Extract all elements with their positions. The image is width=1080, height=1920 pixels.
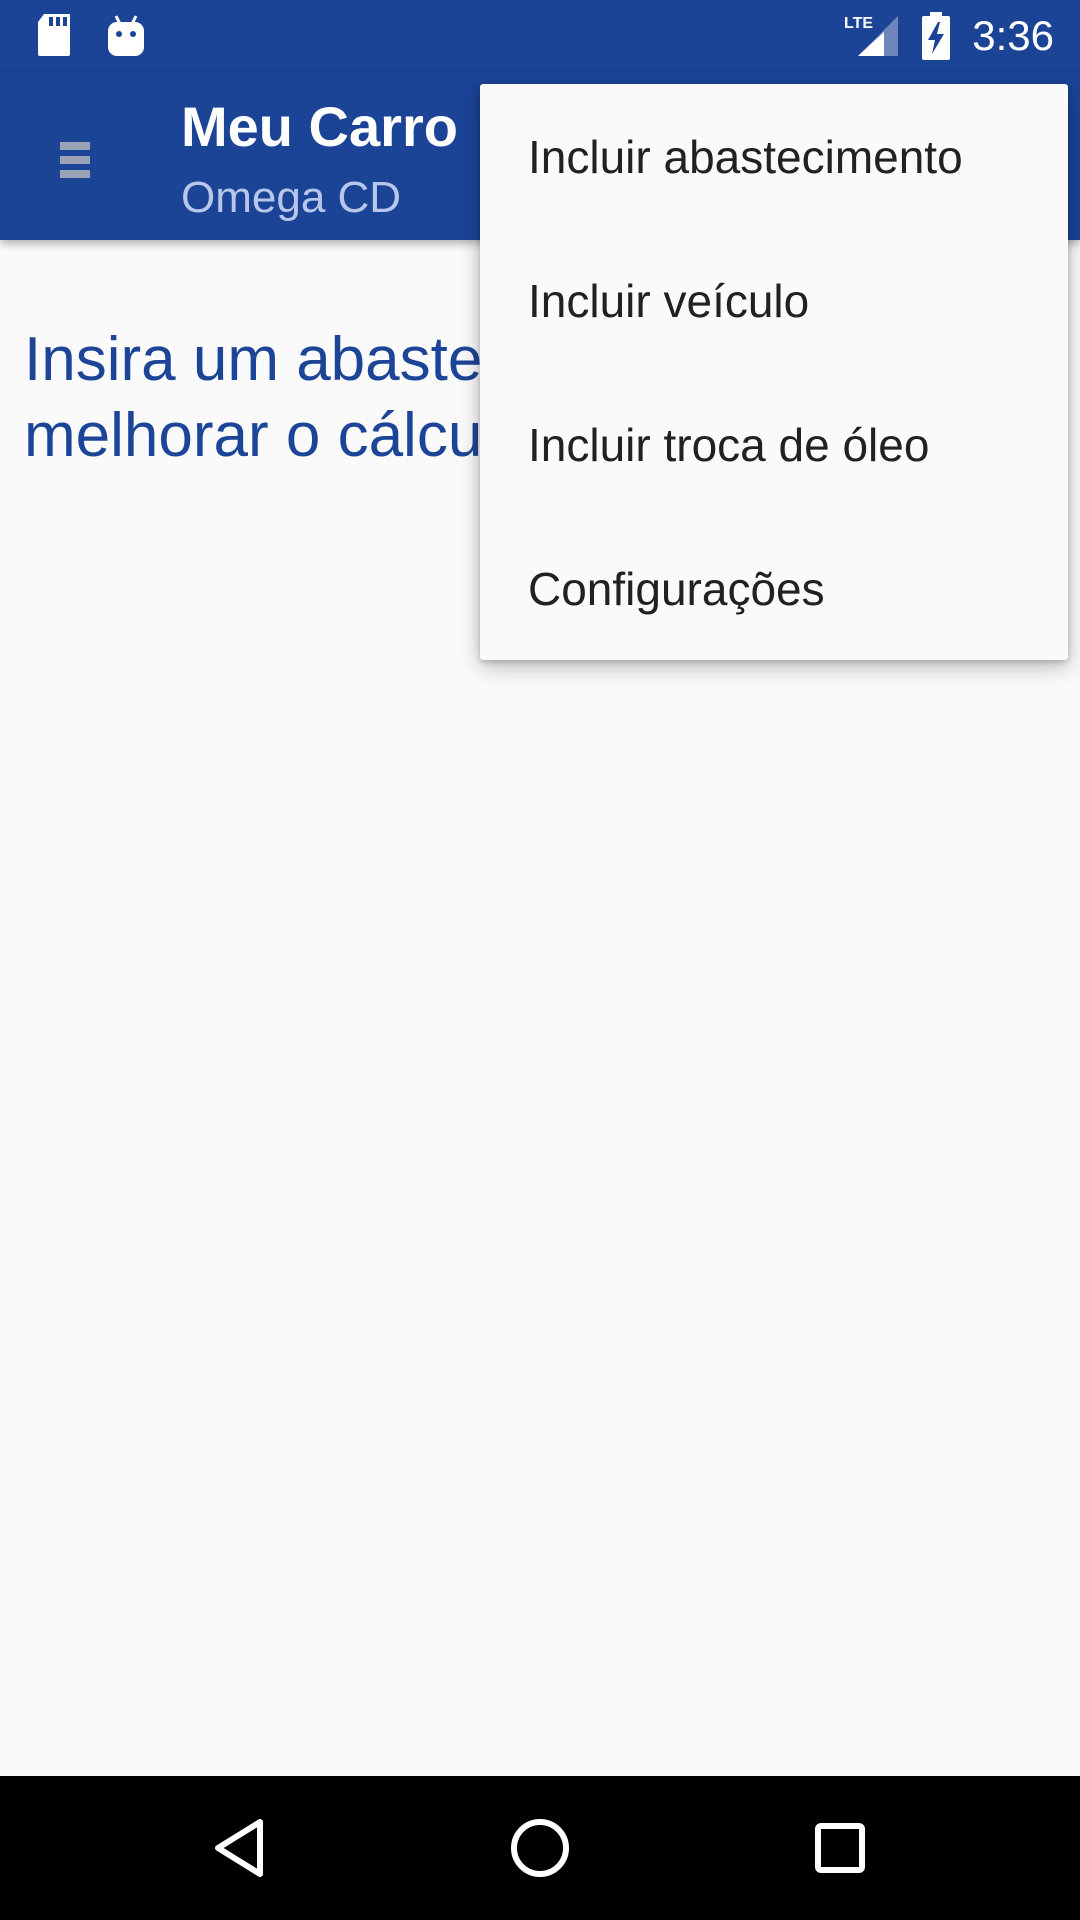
menu-item-incluir-abastecimento[interactable]: Incluir abastecimento (480, 84, 1068, 228)
overflow-menu: Incluir abastecimento Incluir veículo In… (480, 84, 1068, 660)
back-icon[interactable] (188, 1796, 292, 1900)
app-subtitle: Omega CD (181, 173, 402, 222)
recents-icon[interactable] (788, 1796, 892, 1900)
menu-item-configuracoes[interactable]: Configurações (480, 516, 1068, 660)
android-debug-icon (106, 12, 146, 63)
app-title: Meu Carro (181, 95, 458, 158)
home-icon[interactable] (488, 1796, 592, 1900)
menu-item-label: Incluir troca de óleo (528, 419, 930, 471)
svg-text:LTE: LTE (844, 15, 873, 32)
status-time: 3:36 (972, 12, 1054, 59)
status-bar: LTE 3:36 (0, 0, 1080, 72)
screen: LTE 3:36 Meu Carro Omega CD Insira um ab… (0, 0, 1080, 1920)
sd-card-icon (36, 12, 72, 63)
battery-charging-icon (920, 12, 952, 65)
menu-item-label: Incluir abastecimento (528, 131, 963, 183)
menu-item-label: Incluir veículo (528, 275, 810, 327)
lte-signal-icon: LTE (842, 14, 900, 63)
menu-item-incluir-troca-de-oleo[interactable]: Incluir troca de óleo (480, 372, 1068, 516)
menu-item-label: Configurações (528, 563, 825, 615)
hamburger-menu-icon[interactable] (40, 124, 110, 194)
navigation-bar (0, 1776, 1080, 1920)
menu-item-incluir-veiculo[interactable]: Incluir veículo (480, 228, 1068, 372)
